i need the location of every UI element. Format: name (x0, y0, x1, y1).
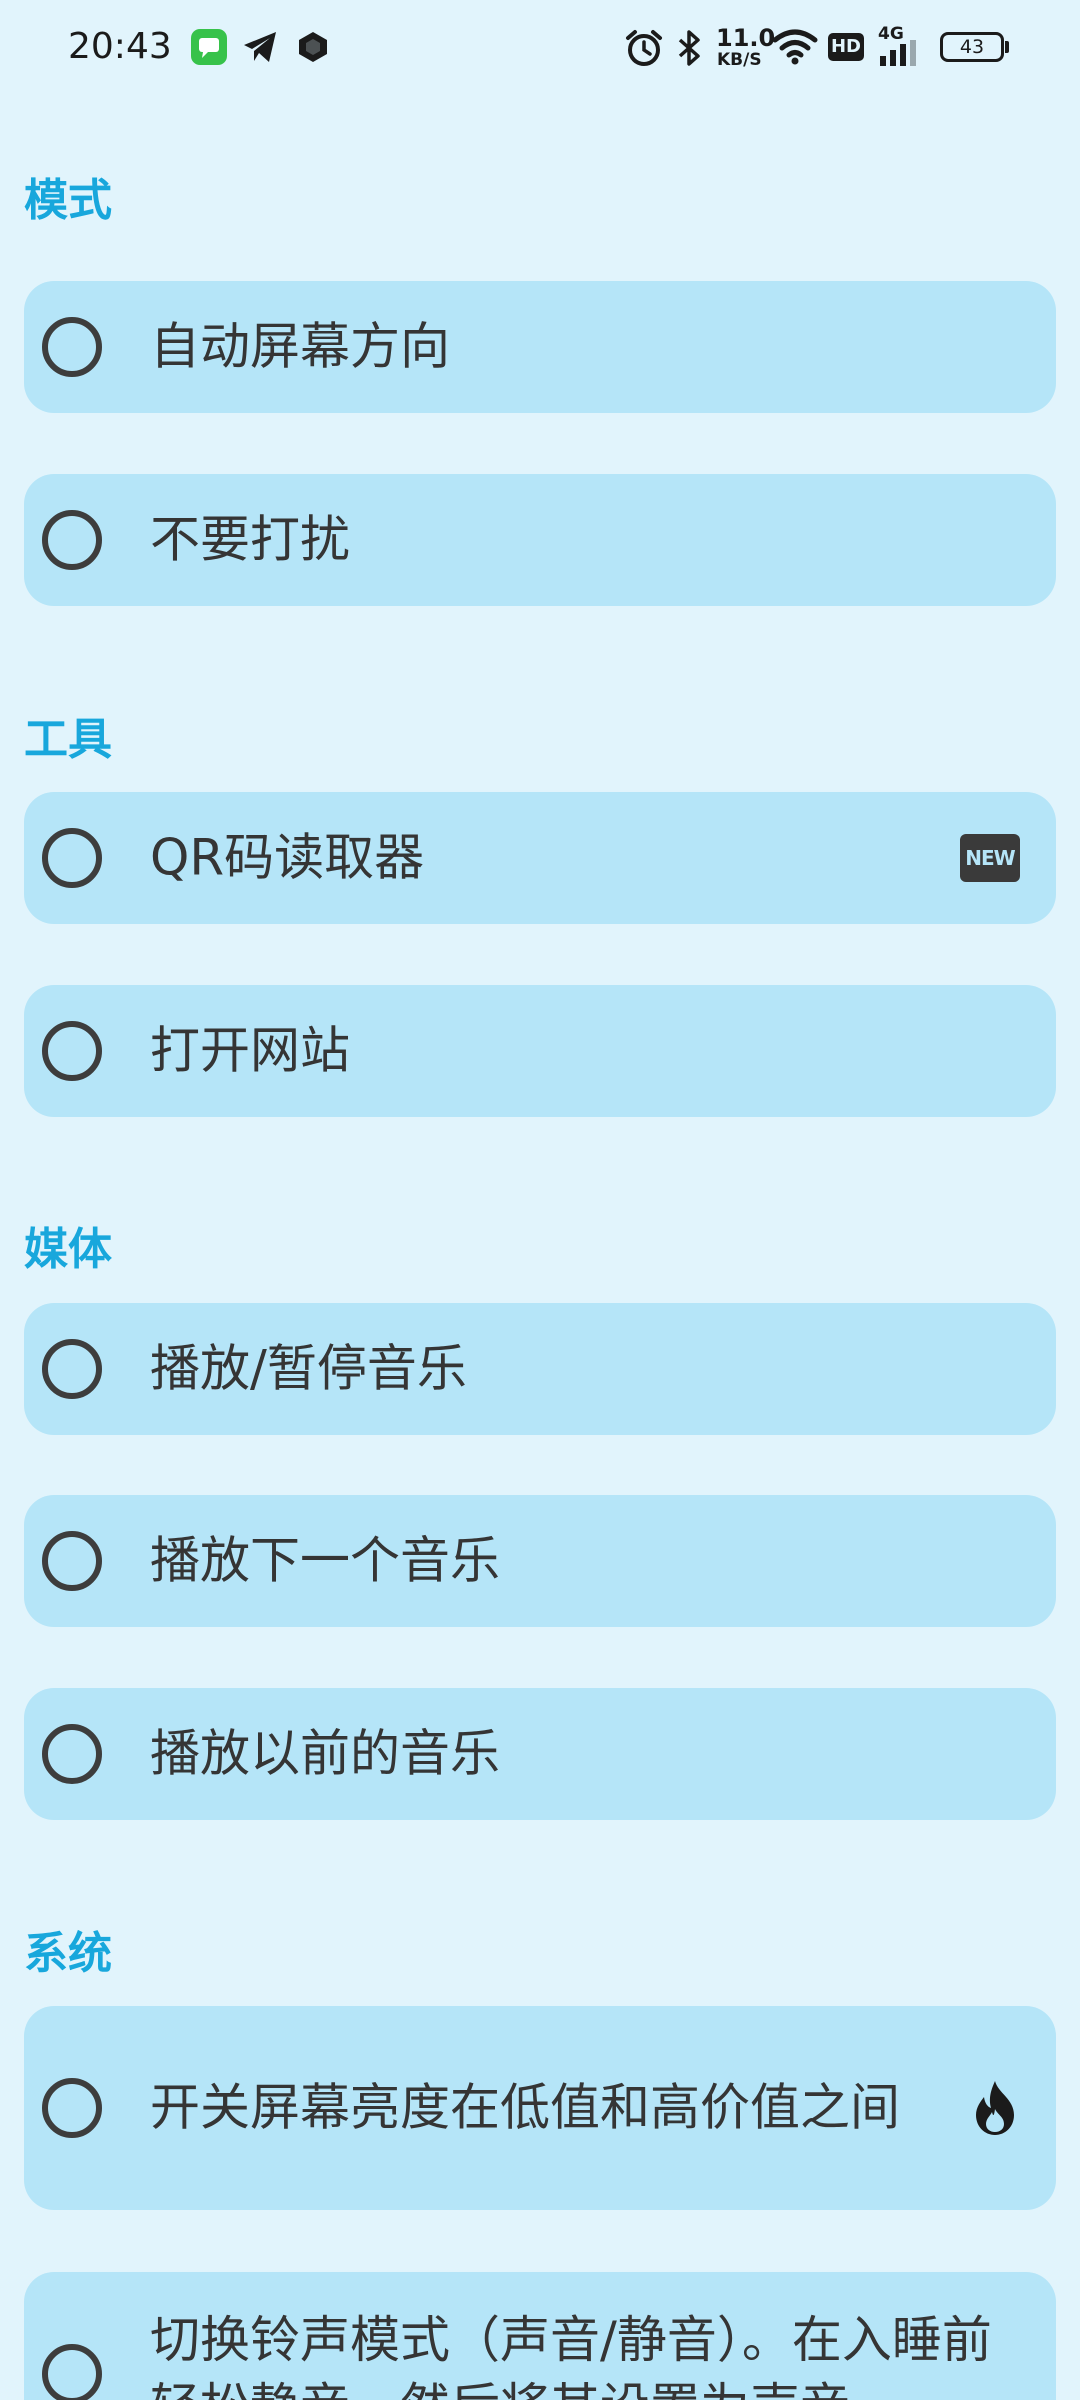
status-time: 20:43 (68, 26, 172, 67)
radio-button[interactable] (42, 2078, 102, 2138)
option-toggle-ringer-mode[interactable]: 切换铃声模式（声音/静音）。在入睡前轻松静音，然后将其设置为声音 (24, 2272, 1056, 2400)
option-label: 切换铃声模式（声音/静音）。在入睡前轻松静音，然后将其设置为声音 (150, 2311, 992, 2400)
option-label: 播放下一个音乐 (150, 1531, 500, 1590)
option-label: 开关屏幕亮度在低值和高价值之间 (150, 2078, 900, 2137)
section-title-mode: 模式 (24, 175, 112, 226)
bluetooth-icon (678, 30, 700, 66)
section-title-tools: 工具 (24, 714, 112, 765)
radio-button[interactable] (42, 510, 102, 570)
wifi-icon (772, 29, 818, 65)
radio-button[interactable] (42, 317, 102, 377)
option-auto-rotate[interactable]: 自动屏幕方向 (24, 281, 1056, 413)
option-open-website[interactable]: 打开网站 (24, 985, 1056, 1117)
radio-button[interactable] (42, 1531, 102, 1591)
fire-icon (976, 2081, 1014, 2135)
option-label: 不要打扰 (150, 510, 350, 569)
battery-level: 43 (959, 36, 985, 58)
option-do-not-disturb[interactable]: 不要打扰 (24, 474, 1056, 606)
hex-app-icon (299, 32, 327, 62)
alarm-icon (626, 30, 662, 66)
new-badge: NEW (960, 834, 1020, 882)
option-label: 播放/暂停音乐 (150, 1339, 467, 1398)
section-title-system: 系统 (24, 1928, 112, 1979)
option-label: QR码读取器 (150, 828, 425, 887)
telegram-icon (244, 32, 276, 62)
radio-button[interactable] (42, 828, 102, 888)
message-app-icon (191, 29, 227, 65)
battery-tip (1005, 41, 1009, 53)
option-play-pause-music[interactable]: 播放/暂停音乐 (24, 1303, 1056, 1435)
option-label: 打开网站 (150, 1021, 350, 1080)
radio-button[interactable] (42, 2344, 102, 2400)
option-label: 播放以前的音乐 (150, 1724, 500, 1783)
section-title-media: 媒体 (24, 1224, 112, 1275)
battery-icon: 43 (940, 32, 1004, 62)
radio-button[interactable] (42, 1339, 102, 1399)
radio-button[interactable] (42, 1021, 102, 1081)
signal-icon (880, 40, 916, 66)
net-speed-unit: KB/S (717, 50, 762, 70)
option-qr-reader[interactable]: QR码读取器 NEW (24, 792, 1056, 924)
radio-button[interactable] (42, 1724, 102, 1784)
status-bar: 20:43 11.0 KB/S HD 4G 43 (0, 0, 1080, 96)
option-next-music[interactable]: 播放下一个音乐 (24, 1495, 1056, 1627)
option-toggle-brightness[interactable]: 开关屏幕亮度在低值和高价值之间 (24, 2006, 1056, 2210)
option-label: 自动屏幕方向 (150, 317, 450, 376)
net-speed-value: 11.0 (716, 24, 776, 52)
hd-badge: HD (828, 33, 864, 61)
option-previous-music[interactable]: 播放以前的音乐 (24, 1688, 1056, 1820)
